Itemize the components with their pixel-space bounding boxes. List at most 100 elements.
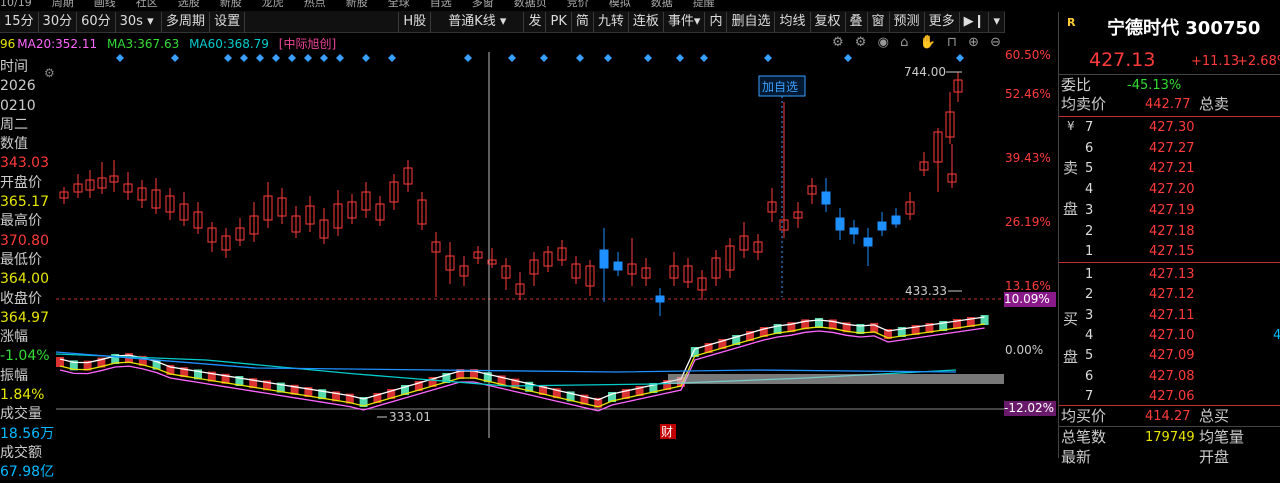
kline-chart[interactable]: 744.00 433.33 333.01 加自选财 [56, 52, 1004, 458]
axis-pct-low: -12.02% [1004, 401, 1056, 416]
data-window-row: 数值 [0, 136, 28, 153]
order-price: 427.12 [1149, 287, 1195, 303]
order-level: 2 [1085, 287, 1094, 303]
order-level: 1 [1085, 244, 1094, 260]
zoom-in-icon[interactable]: ⊕ [968, 35, 979, 50]
top-menu-item[interactable]: 新股 [220, 0, 242, 10]
top-menu-item[interactable]: 提醒 [693, 0, 715, 10]
overlay-button[interactable]: 叠 [846, 11, 868, 32]
period-60min[interactable]: 60分 [77, 11, 116, 32]
order-price: 427.15 [1149, 244, 1195, 260]
top-menu-item[interactable]: 画线 [94, 0, 116, 10]
sell-order-row: 3 427.19 [1059, 201, 1280, 221]
buy-order-row: 7 427.06 [1059, 387, 1280, 407]
ma3-label: MA3: [106, 37, 138, 51]
top-menu-item[interactable]: 数据页 [514, 0, 547, 10]
avg-buy-label: 均买价 [1061, 407, 1107, 425]
event-diamond-icon [956, 54, 964, 62]
last-price-label: 433.33 [905, 284, 947, 298]
top-menu-item[interactable]: 竞价 [567, 0, 589, 10]
top-menu-item[interactable]: 模拟 [609, 0, 631, 10]
tool-jiuzhuan[interactable]: 九转 [594, 11, 629, 32]
events-dropdown[interactable]: 事件▾ [664, 11, 706, 32]
gear-icon[interactable]: ⚙ [832, 35, 844, 50]
event-diamond-icon [844, 54, 852, 62]
top-menu-item[interactable]: 选股 [178, 0, 200, 10]
add-watch-label: 加自选 [762, 80, 798, 94]
price-change: +11.13 [1191, 54, 1240, 69]
order-price: 427.19 [1149, 202, 1195, 218]
top-menu-item[interactable]: 周期 [52, 0, 74, 10]
kline-type-dropdown[interactable]: 普通K线 ▾ [431, 11, 525, 32]
data-window-row: 开盘价 [0, 174, 42, 191]
adjust-button[interactable]: 复权 [811, 11, 846, 32]
event-diamond-icon [116, 54, 124, 62]
data-window-row: 365.17 [0, 194, 49, 211]
more-button[interactable]: 更多 [925, 11, 960, 32]
stock-name-text: 宁德时代 [1107, 18, 1179, 39]
indicator-bar [56, 357, 64, 367]
settings-button[interactable]: 设置 [210, 11, 246, 32]
lock-icon[interactable]: ⌂ [900, 35, 908, 50]
ma-indicator-row: 96 MA20:352.11 MA3:367.63 MA60:368.79 [中际… [0, 35, 342, 51]
order-level: 3 [1085, 202, 1094, 218]
candle-body [599, 249, 609, 269]
data-window-row: 18.56万 [0, 425, 55, 442]
event-diamond-icon [604, 54, 612, 62]
top-menu-item[interactable]: 数据 [651, 0, 673, 10]
event-diamond-icon [676, 54, 684, 62]
total-trades-value: 179749 [1145, 430, 1195, 445]
total-trades-label: 总笔数 [1061, 428, 1107, 446]
zoom-out-icon[interactable]: ⊖ [990, 35, 1001, 50]
period-30min[interactable]: 30分 [39, 11, 78, 32]
high-price-label: 744.00 [904, 65, 946, 79]
hand-icon[interactable]: ✋ [919, 35, 935, 50]
period-dropdown[interactable]: 30s ▾ [116, 11, 163, 32]
h-share-button[interactable]: H股 [399, 11, 432, 32]
top-menu-strip: 10/19 周期 画线 社区 选股 新股 龙虎 热点 新股 全球 自选 多窗 数据页 竞价 模拟 数据 提醒 [0, 0, 1005, 10]
top-menu-item[interactable]: 多窗 [472, 0, 494, 10]
ma60-value: 368.79 [226, 37, 269, 51]
multi-period-button[interactable]: 多周期 [162, 11, 211, 32]
total-trades-row: 总笔数 179749 均笔量 [1059, 428, 1280, 448]
tool-nei[interactable]: 内 [705, 11, 728, 32]
avg-buy-value: 414.27 [1145, 409, 1191, 424]
panel-gear-icon[interactable]: ⚙ [44, 66, 55, 80]
top-menu-item[interactable]: 全球 [388, 0, 410, 10]
data-window-row: 成交量 [0, 406, 42, 423]
axis-pct-39: 39.43% [1005, 151, 1051, 165]
top-menu-item[interactable]: 龙虎 [262, 0, 284, 10]
eye-icon[interactable]: ◉ [878, 35, 889, 50]
top-menu-item[interactable]: 自选 [430, 0, 452, 10]
quote-panel: R 宁德时代 300750 427.13 +11.13 +2.68% 委比 -4… [1058, 12, 1280, 466]
nav-end-button[interactable]: ▶❙ [960, 11, 990, 32]
top-menu-item[interactable]: 10/19 [0, 0, 32, 9]
tool-pk[interactable]: PK [546, 11, 572, 32]
tool-lianban[interactable]: 连板 [629, 11, 664, 32]
event-diamond-icon [540, 54, 548, 62]
top-menu-item[interactable]: 热点 [304, 0, 326, 10]
remove-watchlist-button[interactable]: 删自选 [727, 11, 776, 32]
toolbar-dropdown[interactable]: ▾ [989, 11, 1005, 32]
forecast-button[interactable]: 预测 [890, 11, 925, 32]
buy-order-row: 3 427.11 [1059, 306, 1280, 326]
candle-body [613, 261, 623, 271]
period-15min[interactable]: 15分 [0, 11, 39, 32]
settings-icon[interactable]: ⚙ [855, 35, 867, 50]
window-button[interactable]: 窗 [868, 11, 890, 32]
compare-stock-label[interactable]: [中际旭创] [279, 37, 336, 51]
top-menu-item[interactable]: 新股 [346, 0, 368, 10]
axis-pct-26: 26.19% [1005, 215, 1051, 229]
order-level: 1 [1085, 267, 1094, 282]
tool-jian[interactable]: 简 [572, 11, 594, 32]
lock2-icon[interactable]: ⊓ [947, 35, 957, 50]
price-axis: 60.50% 52.46% 39.43% 26.19% 13.16% 10.09… [1004, 48, 1058, 458]
tool-fa[interactable]: 发 [524, 11, 547, 32]
candle-body [849, 227, 859, 235]
order-level: 4 [1085, 327, 1094, 343]
ma-button[interactable]: 均线 [775, 11, 811, 32]
ma120-line [56, 351, 957, 373]
order-price: 427.11 [1149, 307, 1195, 323]
sell-order-row: 4 427.20 [1059, 180, 1280, 200]
top-menu-item[interactable]: 社区 [136, 0, 158, 10]
